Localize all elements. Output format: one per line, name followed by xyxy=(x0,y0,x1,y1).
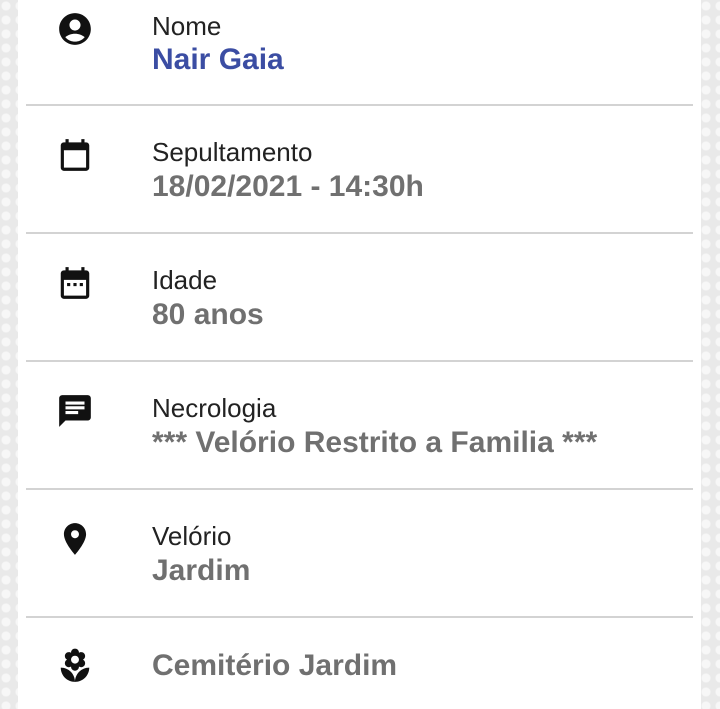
detail-row-velorio: Velório Jardim xyxy=(18,490,701,618)
detail-label: Necrologia xyxy=(152,393,277,423)
detail-value-name: Nair Gaia xyxy=(152,43,284,76)
detail-value-burial-date: 18/02/2021 - 14:30h xyxy=(152,170,424,203)
detail-label: Idade xyxy=(152,265,218,295)
detail-label: Velório xyxy=(152,521,232,551)
detail-row-idade: Idade 80 anos xyxy=(18,234,701,362)
detail-value-wake-location: Jardim xyxy=(152,554,251,587)
detail-label: Sepultamento xyxy=(152,137,313,167)
detail-label: Nome xyxy=(152,11,222,41)
calendar-today-icon xyxy=(54,262,96,304)
flower-icon xyxy=(54,645,96,687)
details-card: Nome Nair Gaia Sepultamento 18/02/2021 -… xyxy=(18,0,701,709)
location-pin-icon xyxy=(54,518,96,560)
detail-value-age: 80 anos xyxy=(152,298,264,331)
calendar-icon xyxy=(54,134,96,176)
detail-value-cemetery: Cemitério Jardim xyxy=(152,649,398,682)
message-icon xyxy=(54,390,96,432)
detail-row-cemiterio: Cemitério Jardim xyxy=(18,618,701,709)
detail-value-obituary: *** Velório Restrito a Familia *** xyxy=(152,426,598,459)
account-circle-icon xyxy=(54,8,96,50)
detail-row-necrologia: Necrologia *** Velório Restrito a Famili… xyxy=(18,362,701,490)
detail-row-sepultamento: Sepultamento 18/02/2021 - 14:30h xyxy=(18,106,701,234)
